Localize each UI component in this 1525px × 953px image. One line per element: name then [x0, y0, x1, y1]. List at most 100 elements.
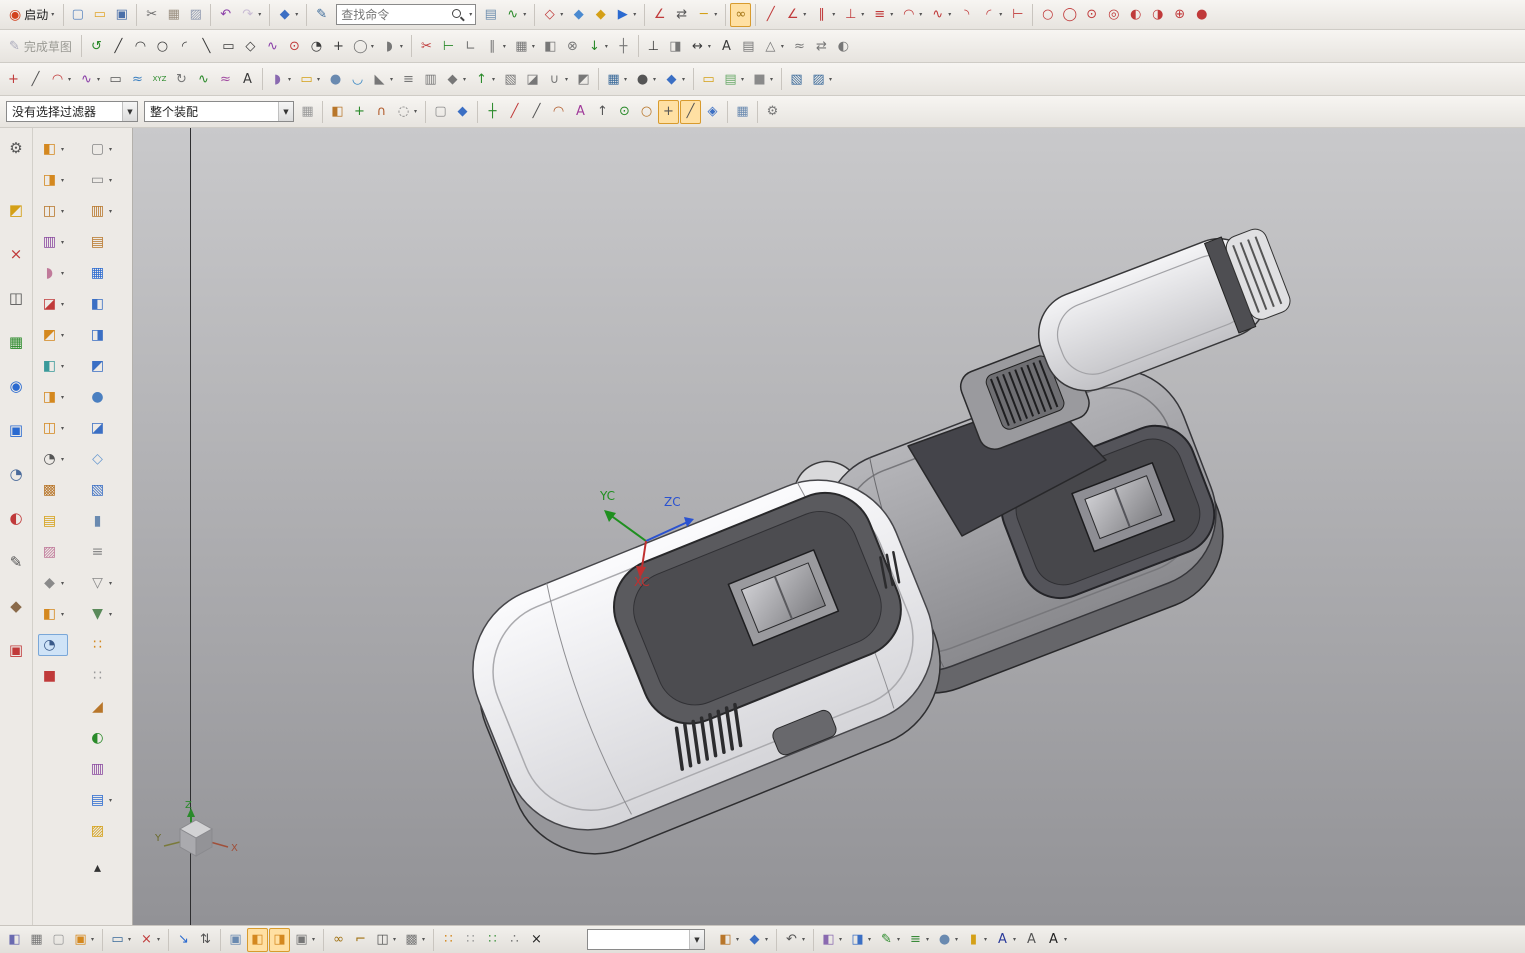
combo-dropdown-icon[interactable]: ▼ — [122, 102, 137, 121]
freeform-icon[interactable]: ◡ — [347, 67, 368, 91]
patch-icon[interactable]: ◩ — [573, 67, 594, 91]
dropdown-caret-icon[interactable]: ▾ — [59, 239, 66, 246]
general-object-icon[interactable]: ▢ — [430, 100, 451, 124]
dropdown-caret-icon[interactable]: ▾ — [59, 611, 66, 618]
sketch-recall-icon[interactable]: ↶▾ — [781, 928, 809, 952]
dropdown-caret-icon[interactable]: ▾ — [59, 363, 66, 370]
render-cube-icon[interactable]: ◆▾ — [661, 67, 689, 91]
teal-cube-icon[interactable]: ◧▾ — [38, 355, 68, 377]
reuse-library-icon[interactable]: ▦ — [4, 330, 28, 354]
system-scenes-icon[interactable]: ◆ — [4, 594, 28, 618]
pattern-gray-icon[interactable]: ∷ — [460, 928, 481, 952]
start-menu-button[interactable]: ◉ 启动 ▾ — [3, 2, 60, 28]
dropdown-caret-icon[interactable]: ▾ — [997, 11, 1004, 18]
line-tool-icon[interactable]: ╱ — [25, 67, 46, 91]
arc-center-icon[interactable]: ◐ — [1125, 3, 1146, 27]
selection-pref-icon[interactable]: ⚙ — [762, 100, 783, 124]
new-file-icon[interactable]: ▢ — [67, 3, 88, 27]
rect-tool-icon[interactable]: ▭ — [105, 67, 126, 91]
thicken-icon[interactable]: ▧ — [500, 67, 521, 91]
assembly-arrow-icon[interactable]: ↘ — [173, 928, 194, 952]
derived-lines-icon[interactable]: ┼ — [613, 34, 634, 58]
dropdown-caret-icon[interactable]: ▾ — [59, 301, 66, 308]
undo-icon[interactable]: ↶ — [215, 3, 236, 27]
assembly-navigator-icon[interactable]: ◩ — [4, 198, 28, 222]
dropdown-caret-icon[interactable]: ▾ — [521, 11, 528, 18]
funnel-down-icon[interactable]: ▼▾ — [86, 603, 116, 625]
glass-cube-icon[interactable]: ◇ — [86, 448, 116, 470]
copy-icon[interactable]: ▦ — [163, 3, 184, 27]
grid-snap-icon[interactable]: ▦ — [732, 100, 753, 124]
dropdown-caret-icon[interactable]: ▾ — [256, 11, 263, 18]
layer-stack-icon[interactable]: ≡▾ — [905, 928, 933, 952]
render-sphere-icon[interactable]: ●▾ — [632, 67, 660, 91]
shaded-object-icon[interactable]: ◆ — [452, 100, 473, 124]
geometric-constraints-icon[interactable]: ⊥ — [643, 34, 664, 58]
web-browser-icon[interactable]: ◉ — [4, 374, 28, 398]
dropdown-caret-icon[interactable]: ▾ — [59, 332, 66, 339]
arc-tool-icon[interactable]: ◠▾ — [47, 67, 75, 91]
paste-icon[interactable]: ▨ — [185, 3, 206, 27]
ruled-cube-icon[interactable]: ◨▾ — [38, 386, 68, 408]
dropdown-caret-icon[interactable]: ▾ — [59, 580, 66, 587]
pattern-small-icon[interactable]: ∴ — [504, 928, 525, 952]
collapse-icon[interactable]: ▴ — [86, 857, 116, 879]
dropdown-caret-icon[interactable]: ▾ — [490, 76, 497, 83]
quick-trim-icon[interactable]: ✂ — [416, 34, 437, 58]
font-icon[interactable]: A — [1021, 928, 1042, 952]
roles-gear-icon[interactable]: ⚙ — [4, 136, 28, 160]
tangent-line-icon[interactable]: ◝ — [956, 3, 977, 27]
rapid-dimension-icon[interactable]: ↔▾ — [687, 34, 715, 58]
dropdown-caret-icon[interactable]: ▾ — [563, 76, 570, 83]
history-cube-icon[interactable]: ◔▾ — [38, 448, 68, 470]
blue-cube-tool-icon[interactable]: ◆▾ — [744, 928, 772, 952]
view-orient-cube-icon[interactable]: ◆▾ — [274, 3, 302, 27]
chain-link-icon[interactable]: ∞ — [328, 928, 349, 952]
dropdown-caret-icon[interactable]: ▾ — [706, 43, 713, 50]
dropdown-caret-icon[interactable]: ▾ — [107, 146, 114, 153]
dropdown-caret-icon[interactable]: ▾ — [59, 208, 66, 215]
dropdown-caret-icon[interactable]: ▾ — [734, 936, 741, 943]
open-folder-icon[interactable]: ▭ — [89, 3, 110, 27]
dropdown-caret-icon[interactable]: ▾ — [651, 76, 658, 83]
make-symmetric-icon[interactable]: ◨ — [665, 34, 686, 58]
trim-body-icon[interactable]: ◪ — [522, 67, 543, 91]
dropdown-caret-icon[interactable]: ▾ — [315, 76, 322, 83]
dropdown-caret-icon[interactable]: ▾ — [310, 936, 317, 943]
chamfer-sketch-icon[interactable]: ╲ — [196, 34, 217, 58]
mirror-curve-icon[interactable]: ◧ — [540, 34, 561, 58]
folder-tree-icon[interactable]: ▤▾ — [720, 67, 748, 91]
dropdown-caret-icon[interactable]: ▾ — [837, 936, 844, 943]
window-arrow-icon[interactable]: ▤▾ — [86, 789, 116, 811]
left-model[interactable] — [448, 455, 966, 879]
assembly-scope-combo[interactable]: 整个装配 ▼ — [144, 101, 294, 122]
arc-sketch-icon[interactable]: ◠ — [130, 34, 151, 58]
orange-move-icon[interactable]: ◧▾ — [38, 603, 68, 625]
snap-point-icon[interactable]: ╱ — [504, 100, 525, 124]
dropdown-caret-icon[interactable]: ▾ — [558, 11, 565, 18]
lasso-select-icon[interactable]: ◌▾ — [393, 100, 421, 124]
measure-cube-icon[interactable]: ◫▾ — [38, 417, 68, 439]
relations-icon[interactable]: ≈ — [789, 34, 810, 58]
auto-dimension-icon[interactable]: △▾ — [760, 34, 788, 58]
rectangle-sketch-icon[interactable]: ▭ — [218, 34, 239, 58]
dropdown-caret-icon[interactable]: ▾ — [866, 936, 873, 943]
blue-cube-2-icon[interactable]: ◨ — [86, 324, 116, 346]
cylinder-display-icon[interactable]: ▮▾ — [963, 928, 991, 952]
dropdown-caret-icon[interactable]: ▾ — [888, 11, 895, 18]
viewport-canvas[interactable]: YC ZC XC Y X Z — [133, 128, 1525, 925]
dropdown-caret-icon[interactable]: ▾ — [412, 108, 419, 115]
move-component-icon[interactable]: ▭▾ — [107, 928, 135, 952]
circle-diameter-icon[interactable]: ⊙ — [1081, 3, 1102, 27]
pattern-curve-icon[interactable]: ▦▾ — [511, 34, 539, 58]
add-component-icon[interactable]: ▣▾ — [70, 928, 98, 952]
cylinder-blue-icon[interactable]: ▮ — [86, 510, 116, 532]
point-plus-icon[interactable]: + — [328, 34, 349, 58]
alternate-solution-icon[interactable]: ◐ — [833, 34, 854, 58]
window-frame-icon[interactable]: ▭▾ — [86, 169, 116, 191]
dropdown-caret-icon[interactable]: ▾ — [107, 177, 114, 184]
dropdown-caret-icon[interactable]: ▾ — [953, 936, 960, 943]
combo-dropdown-icon[interactable]: ▼ — [689, 930, 704, 949]
blue-cube-1-icon[interactable]: ◧ — [86, 293, 116, 315]
dropdown-caret-icon[interactable]: ▾ — [107, 580, 114, 587]
